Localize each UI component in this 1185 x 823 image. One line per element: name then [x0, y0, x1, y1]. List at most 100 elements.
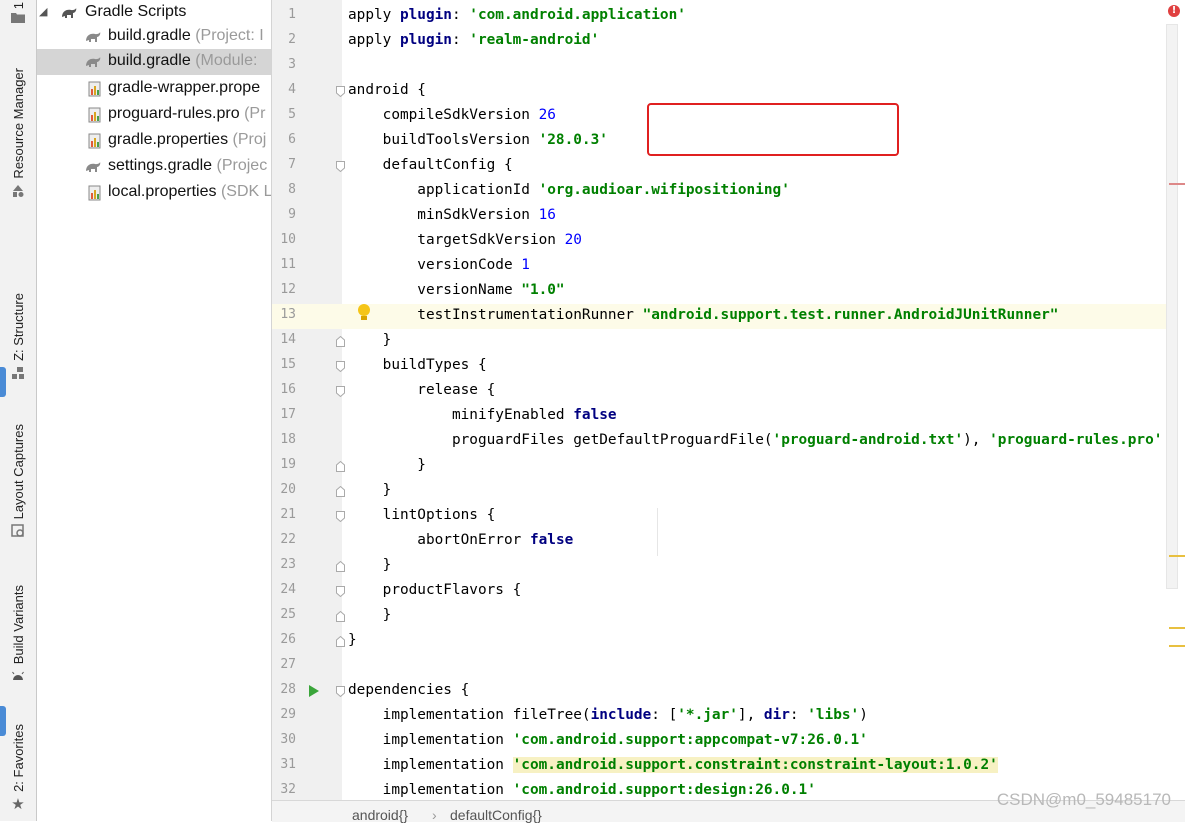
code-line[interactable]: 19 }: [272, 454, 1177, 479]
code-line[interactable]: 17 minifyEnabled false: [272, 404, 1177, 429]
code-line[interactable]: 25 }: [272, 604, 1177, 629]
tab-build-variants[interactable]: Build Variants: [0, 585, 36, 695]
fold-close-icon[interactable]: [336, 611, 345, 622]
line-number: 3: [288, 57, 296, 72]
line-number: 16: [280, 382, 296, 397]
warning-mark[interactable]: [1169, 555, 1185, 557]
intention-bulb-icon[interactable]: [356, 303, 372, 323]
code-text: defaultConfig {: [348, 157, 513, 173]
fold-close-icon[interactable]: [336, 461, 345, 472]
code-line[interactable]: 1 apply plugin: 'com.android.application': [272, 4, 1177, 29]
error-indicator-icon[interactable]: !: [1168, 5, 1180, 17]
code-line[interactable]: 22 abortOnError false: [272, 529, 1177, 554]
error-mark[interactable]: [1169, 183, 1185, 185]
fold-open-icon[interactable]: [336, 361, 345, 372]
code-line[interactable]: 2 apply plugin: 'realm-android': [272, 29, 1177, 54]
tree-item-proguard-rules[interactable]: proguard-rules.pro (Pr: [37, 102, 271, 128]
code-line[interactable]: 8 applicationId 'org.audioar.wifipositio…: [272, 179, 1177, 204]
tree-item-build-gradle-module[interactable]: build.gradle (Module:: [37, 49, 271, 75]
code-token: lintOptions {: [348, 507, 496, 523]
line-number: 23: [280, 557, 296, 572]
tree-item-label: build.gradle: [108, 52, 191, 69]
fold-close-icon[interactable]: [336, 486, 345, 497]
tab-layout-captures-label: Layout Captures: [10, 424, 26, 520]
line-number: 29: [280, 707, 296, 722]
code-token: release {: [348, 382, 496, 398]
tree-item-gradle-wrapper-properties[interactable]: gradle-wrapper.prope: [37, 76, 271, 102]
code-token: }: [348, 482, 392, 498]
code-line[interactable]: 15 buildTypes {: [272, 354, 1177, 379]
code-line[interactable]: 4 android {: [272, 79, 1177, 104]
fold-close-icon[interactable]: [336, 561, 345, 572]
code-line[interactable]: 12 versionName "1.0": [272, 279, 1177, 304]
code-token: compileSdkVersion: [348, 107, 539, 123]
code-text: lintOptions {: [348, 507, 496, 523]
code-token: 1: [521, 257, 530, 273]
code-line[interactable]: 31 implementation 'com.android.support.c…: [272, 754, 1177, 779]
project-tool-tab[interactable]: 1: [0, 0, 36, 30]
vertical-scrollbar[interactable]: [1166, 24, 1178, 589]
chevron-down-icon[interactable]: ◢: [39, 0, 51, 24]
tab-resource-manager-label: Resource Manager: [10, 68, 26, 179]
code-line[interactable]: 30 implementation 'com.android.support:a…: [272, 729, 1177, 754]
code-line[interactable]: 29 implementation fileTree(include: ['*.…: [272, 704, 1177, 729]
warning-mark[interactable]: [1169, 627, 1185, 629]
code-token: include: [590, 707, 652, 723]
code-text: abortOnError false: [348, 532, 573, 548]
code-line[interactable]: 10 targetSdkVersion 20: [272, 229, 1177, 254]
tree-item-local-properties[interactable]: local.properties (SDK L: [37, 180, 271, 206]
line-number: 14: [280, 332, 296, 347]
watermark: CSDN@m0_59485170: [996, 790, 1171, 809]
code-token: 'realm-android': [469, 32, 600, 48]
code-line[interactable]: 27: [272, 654, 1177, 679]
code-line[interactable]: 23 }: [272, 554, 1177, 579]
run-icon[interactable]: [308, 684, 320, 698]
code-line[interactable]: 3: [272, 54, 1177, 79]
tab-favorites[interactable]: 2: Favorites ★: [0, 724, 36, 819]
code-line[interactable]: 16 release {: [272, 379, 1177, 404]
code-line[interactable]: 11 versionCode 1: [272, 254, 1177, 279]
code-line[interactable]: 26}: [272, 629, 1177, 654]
code-line[interactable]: 13 testInstrumentationRunner "android.su…: [272, 304, 1177, 329]
warning-mark[interactable]: [1169, 645, 1185, 647]
fold-open-icon[interactable]: [336, 161, 345, 172]
line-number: 17: [280, 407, 296, 422]
fold-open-icon[interactable]: [336, 686, 345, 697]
code-token: }: [348, 332, 392, 348]
project-tree-panel: ◢ Gradle Scripts build.gradle (Project: …: [37, 0, 272, 821]
code-line[interactable]: 14 }: [272, 329, 1177, 354]
tree-item-settings-gradle[interactable]: settings.gradle (Projec: [37, 154, 271, 180]
line-number: 20: [280, 482, 296, 497]
fold-open-icon[interactable]: [336, 86, 345, 97]
code-line[interactable]: 20 }: [272, 479, 1177, 504]
code-editor[interactable]: 1 apply plugin: 'com.android.application'…: [272, 0, 1185, 800]
code-line[interactable]: 28 dependencies {: [272, 679, 1177, 704]
tab-layout-captures[interactable]: Layout Captures: [0, 424, 36, 550]
code-line[interactable]: 9 minSdkVersion 16: [272, 204, 1177, 229]
tab-build-variants-label: Build Variants: [10, 585, 26, 665]
code-text: compileSdkVersion 26: [348, 107, 556, 123]
tree-item-gradle-properties[interactable]: gradle.properties (Proj: [37, 128, 271, 154]
fold-open-icon[interactable]: [336, 386, 345, 397]
code-text: buildToolsVersion '28.0.3': [348, 132, 608, 148]
tree-item-hint: (Project: I: [195, 27, 264, 44]
fold-close-icon[interactable]: [336, 336, 345, 347]
fold-open-icon[interactable]: [336, 511, 345, 522]
fold-open-icon[interactable]: [336, 586, 345, 597]
tree-item-hint: (Pr: [244, 105, 266, 122]
star-icon: ★: [11, 794, 25, 813]
fold-close-icon[interactable]: [336, 636, 345, 647]
line-number: 25: [280, 607, 296, 622]
code-token: }: [348, 457, 426, 473]
code-line[interactable]: 7 defaultConfig {: [272, 154, 1177, 179]
code-line[interactable]: 21 lintOptions {: [272, 504, 1177, 529]
code-text: apply plugin: 'realm-android': [348, 32, 599, 48]
tab-resource-manager[interactable]: Resource Manager: [0, 68, 36, 218]
code-line[interactable]: 18 proguardFiles getDefaultProguardFile(…: [272, 429, 1177, 454]
code-token: 'libs': [807, 707, 860, 723]
tree-item-gradle-scripts[interactable]: ◢ Gradle Scripts: [37, 0, 271, 26]
code-token: ): [859, 707, 868, 723]
code-line[interactable]: 24 productFlavors {: [272, 579, 1177, 604]
tree-item-build-gradle-project[interactable]: build.gradle (Project: I: [37, 24, 271, 50]
tool-window-strip: 1 Resource Manager Z: Structure Layout C…: [0, 0, 37, 821]
